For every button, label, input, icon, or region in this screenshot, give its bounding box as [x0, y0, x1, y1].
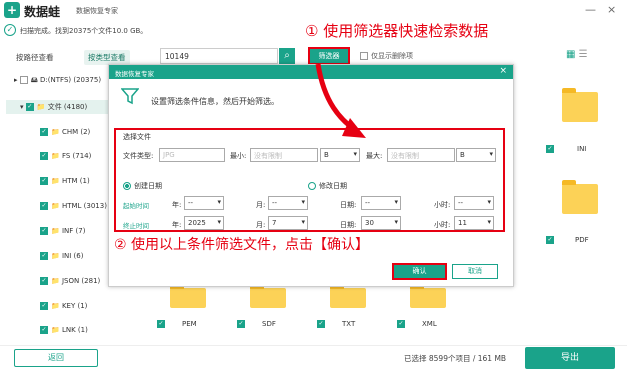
show-deleted-label: 仅显示删除项	[371, 52, 413, 60]
brand-subtitle: 数据恢复专家	[76, 7, 118, 15]
tree-item-fs[interactable]: ✓ 📁 FS (714)	[40, 152, 91, 160]
max-size-label: 最大:	[366, 152, 383, 160]
file-type-input[interactable]: JPG	[159, 148, 225, 162]
min-unit-select[interactable]: B ▾	[320, 148, 360, 162]
view-mode-toggle[interactable]: ▦ ☰	[566, 49, 588, 60]
file-item-txt[interactable]: ✓ TXT	[317, 320, 355, 328]
start-hour-select[interactable]: -- ▾	[454, 196, 494, 210]
folder-icon[interactable]	[330, 284, 366, 308]
year-label: 年:	[172, 221, 182, 229]
end-year-select[interactable]: 2025 ▾	[184, 216, 224, 230]
max-size-input[interactable]: 没有限制	[387, 148, 455, 162]
funnel-icon	[121, 88, 139, 105]
tab-by-path[interactable]: 按路径查看	[16, 52, 54, 63]
year-label: 年:	[172, 201, 182, 209]
checkbox-icon[interactable]	[360, 52, 368, 60]
list-view-icon[interactable]: ☰	[579, 49, 588, 60]
file-checkbox[interactable]: ✓	[546, 236, 554, 244]
min-size-input[interactable]: 没有限制	[250, 148, 318, 162]
start-day-select[interactable]: -- ▾	[361, 196, 401, 210]
hour-label: 小时:	[434, 201, 451, 209]
tab-by-type[interactable]: 按类型查看	[84, 50, 130, 65]
tree-item-drive[interactable]: ▸ 🖴 D:(NTFS) (20375)	[14, 76, 101, 87]
annotation-arrow-icon	[315, 63, 366, 138]
hour-label: 小时:	[434, 221, 451, 229]
month-label: 月:	[256, 201, 266, 209]
folder-icon[interactable]	[562, 180, 598, 214]
search-icon[interactable]: ⌕	[279, 48, 295, 64]
month-label: 月:	[256, 221, 266, 229]
dialog-close-icon[interactable]: ×	[499, 66, 507, 76]
modified-date-radio[interactable]: 修改日期	[308, 181, 347, 191]
file-label-pdf: PDF	[575, 236, 589, 244]
tree-item-inf[interactable]: ✓ 📁 INF (7)	[40, 227, 85, 235]
file-item-pem[interactable]: ✓ PEM	[157, 320, 197, 328]
day-label: 日期:	[340, 201, 357, 209]
show-deleted-toggle[interactable]: 仅显示删除项	[360, 51, 413, 61]
folder-icon[interactable]	[410, 284, 446, 308]
start-year-select[interactable]: -- ▾	[184, 196, 224, 210]
filter-conditions-box: 选择文件 文件类型: JPG 最小: 没有限制 B ▾ 最大: 没有限制 B ▾ 创…	[114, 128, 505, 232]
dialog-description: 设置筛选条件信息，然后开始筛选。	[151, 97, 279, 106]
file-item-xml[interactable]: ✓ XML	[397, 320, 437, 328]
created-date-radio[interactable]: 创建日期	[123, 181, 162, 191]
end-hour-select[interactable]: 11 ▾	[454, 216, 494, 230]
min-size-label: 最小:	[230, 152, 247, 160]
check-circle-icon: ✓	[4, 24, 16, 36]
search-input[interactable]: 10149	[160, 48, 278, 64]
section-label: 选择文件	[123, 133, 151, 141]
cancel-button[interactable]: 取消	[452, 264, 498, 279]
annotation-step2: ② 使用以上条件筛选文件，点击【确认】	[114, 237, 369, 253]
confirm-button[interactable]: 确认	[392, 263, 447, 280]
grid-view-icon[interactable]: ▦	[566, 49, 575, 60]
app-logo: +	[4, 2, 20, 18]
end-month-select[interactable]: 7 ▾	[268, 216, 308, 230]
annotation-step1: ① 使用筛选器快速检索数据	[305, 22, 489, 40]
tree-item-lnk[interactable]: ✓ 📁 LNK (1)	[40, 326, 88, 334]
tree-item-ini[interactable]: ✓ 📁 INI (6)	[40, 252, 83, 260]
end-day-select[interactable]: 30 ▾	[361, 216, 401, 230]
back-button[interactable]: 返回	[14, 349, 98, 367]
file-checkbox[interactable]: ✓	[546, 145, 554, 153]
file-item-sdf[interactable]: ✓ SDF	[237, 320, 276, 328]
tree-item-key[interactable]: ✓ 📁 KEY (1)	[40, 302, 87, 310]
scan-status: 扫描完成。找到20375个文件10.0 GB。	[20, 27, 148, 35]
start-time-label: 起始时间	[123, 202, 149, 210]
selection-info: 已选择 8599个项目 / 161 MB	[404, 354, 507, 363]
folder-icon[interactable]	[250, 284, 286, 308]
brand-name: 数据蛙	[24, 5, 61, 19]
day-label: 日期:	[340, 221, 357, 229]
close-button[interactable]: ×	[607, 3, 616, 16]
tree-item-html[interactable]: ✓ 📁 HTML (3013)	[40, 202, 107, 210]
folder-icon[interactable]	[562, 88, 598, 122]
start-month-select[interactable]: -- ▾	[268, 196, 308, 210]
tree-item-json[interactable]: ✓ 📁 JSON (281)	[40, 277, 100, 285]
folder-icon[interactable]	[170, 284, 206, 308]
file-label-ini: INI	[577, 145, 587, 153]
minimize-button[interactable]: —	[585, 3, 596, 16]
file-type-label: 文件类型:	[123, 152, 154, 160]
title-bar: + 数据蛙 数据恢复专家 — ×	[0, 0, 627, 20]
tree-item-chm[interactable]: ✓ 📁 CHM (2)	[40, 128, 90, 136]
max-unit-select[interactable]: B ▾	[456, 148, 496, 162]
end-time-label: 终止时间	[123, 222, 149, 230]
export-button[interactable]: 导出	[525, 347, 615, 369]
tree-item-htm[interactable]: ✓ 📁 HTM (1)	[40, 177, 90, 185]
